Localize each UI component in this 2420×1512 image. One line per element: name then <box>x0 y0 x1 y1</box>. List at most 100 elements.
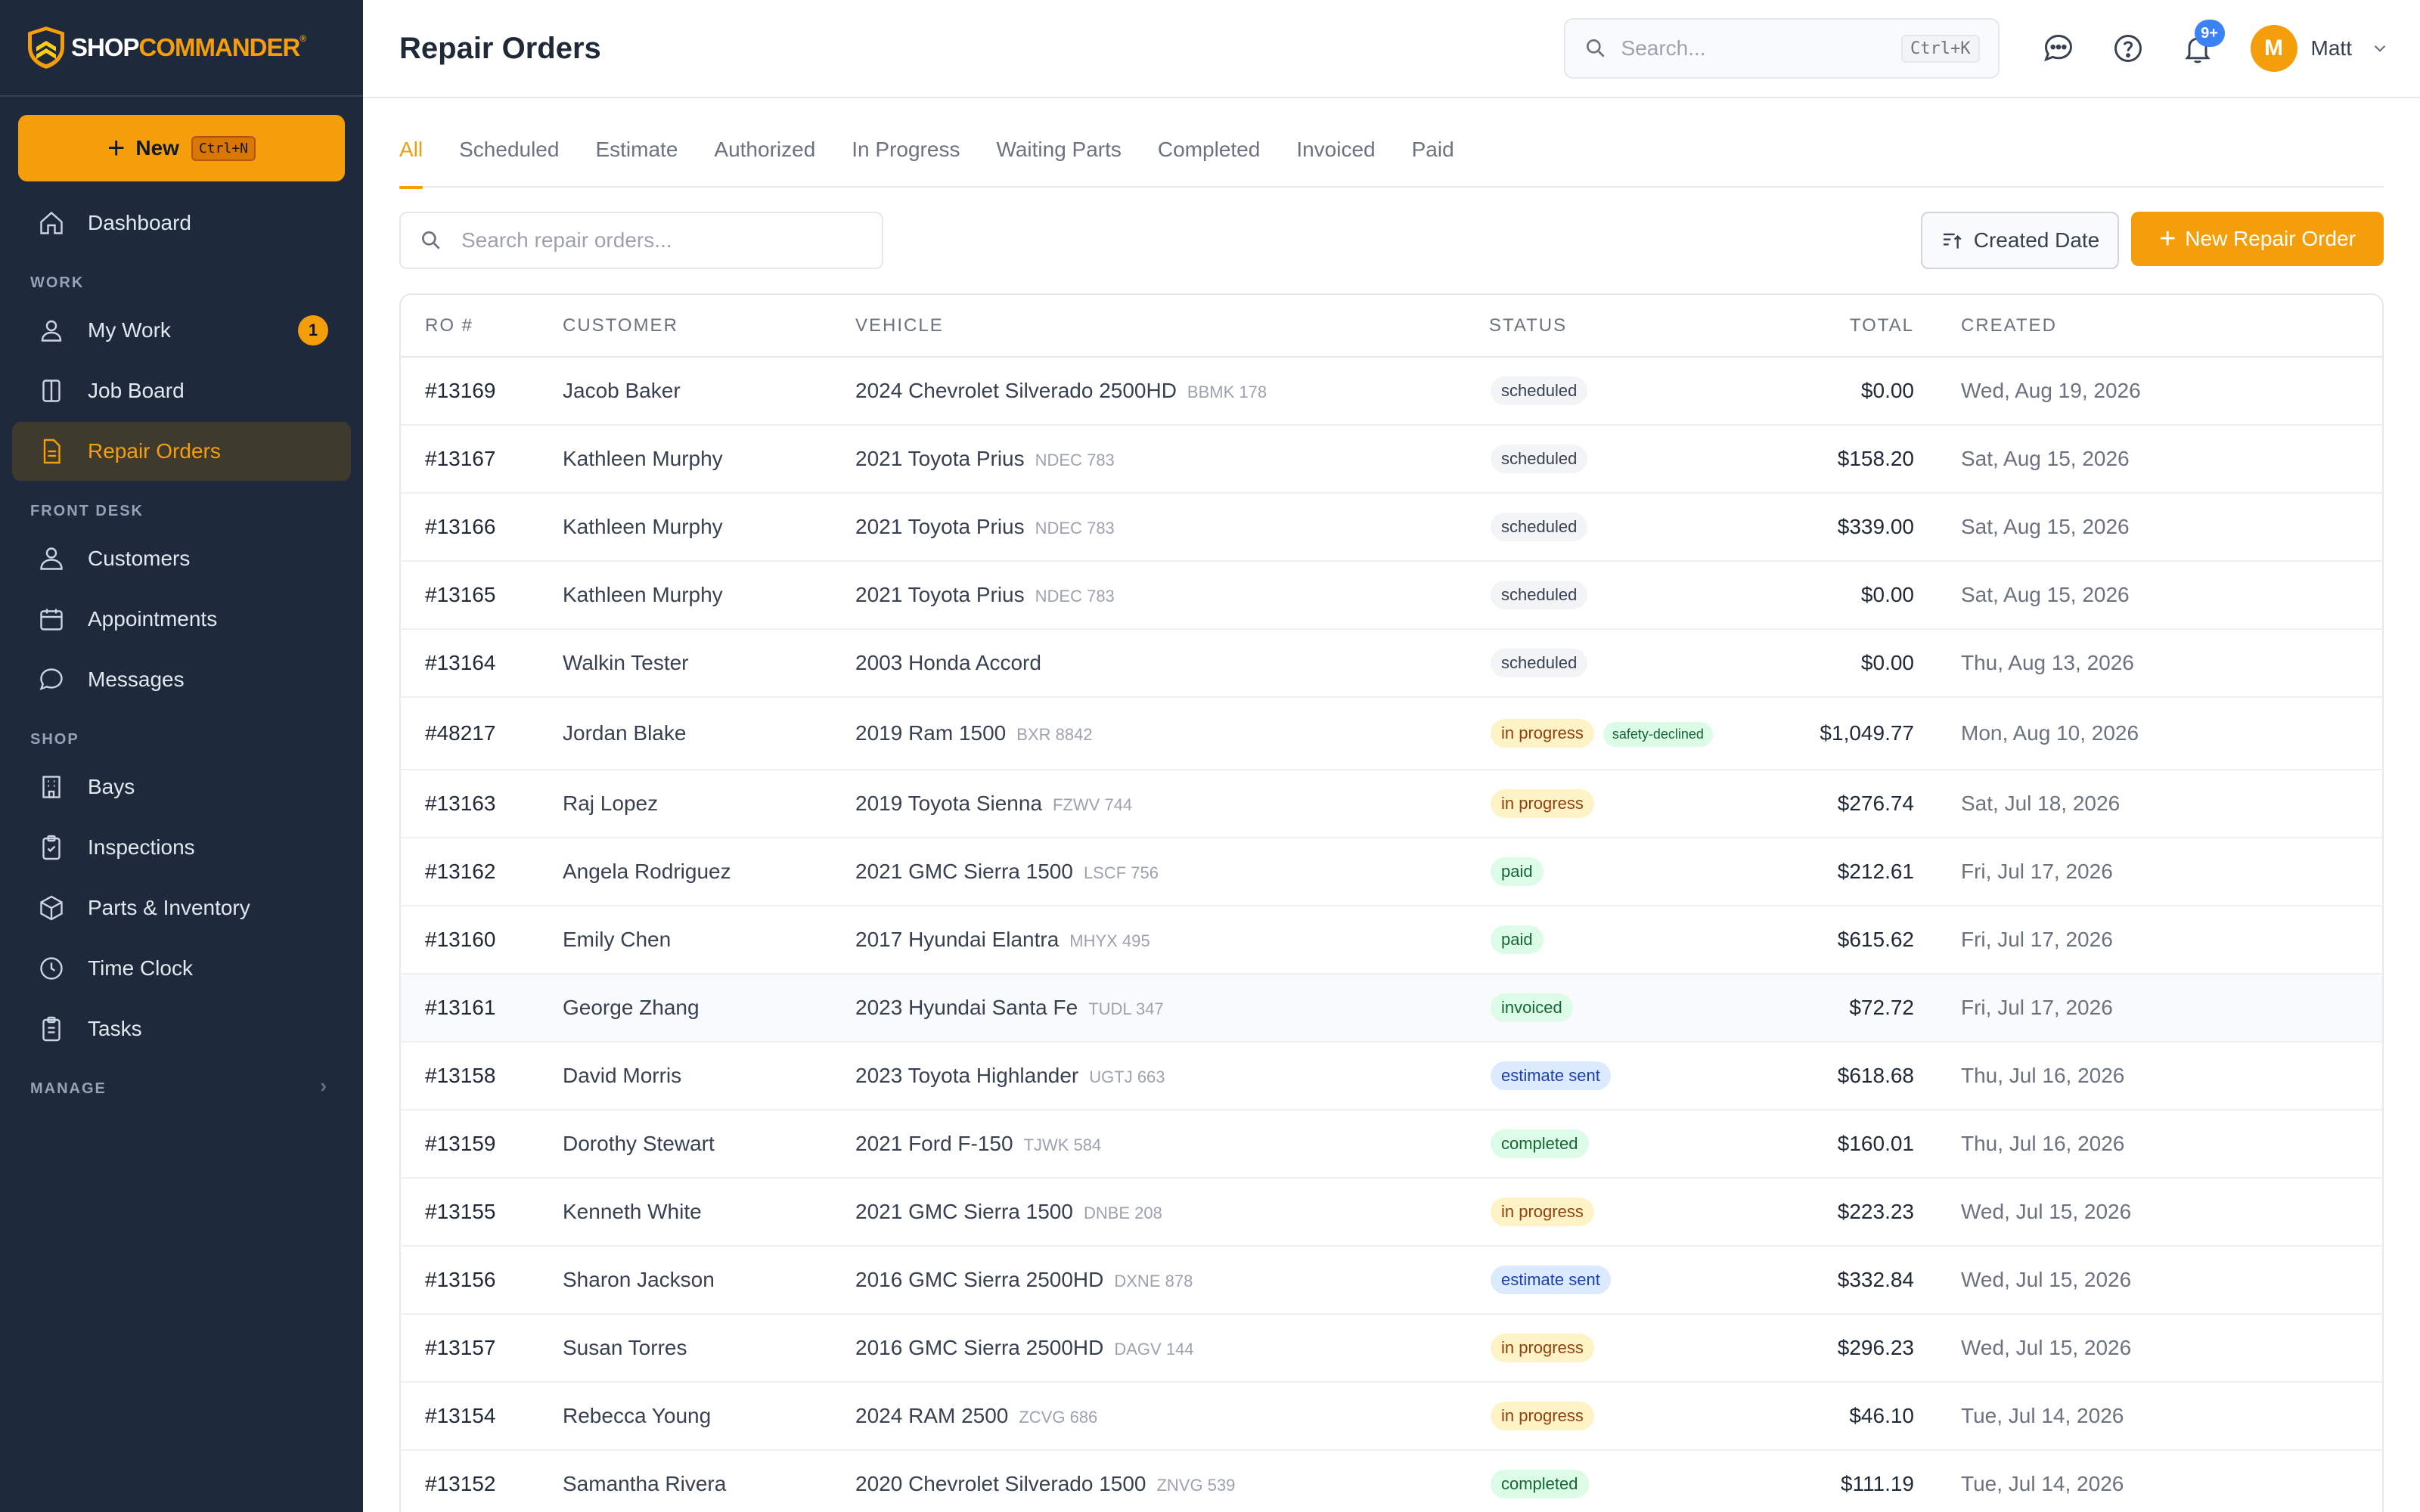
table-row[interactable]: #13156 Sharon Jackson 2016 GMC Sierra 2500… <box>401 1246 2382 1315</box>
license-plate: TJWK 584 <box>1023 1136 1102 1154</box>
sidebar-item-inspections[interactable]: Inspections <box>12 818 351 877</box>
tab-invoiced[interactable]: Invoiced <box>1296 129 1375 187</box>
table-row[interactable]: #13162 Angela Rodriguez 2021 GMC Sierra 15… <box>401 838 2382 906</box>
table-row[interactable]: #13163 Raj Lopez 2019 Toyota Sienna FZWV 74… <box>401 770 2382 838</box>
vehicle-name: 2021 Toyota Prius <box>855 447 1025 470</box>
new-button[interactable]: + New Ctrl+N <box>18 115 345 181</box>
license-plate: NDEC 783 <box>1035 451 1115 469</box>
total-cell: $160.01 <box>1746 1110 1938 1179</box>
nav-section-manage[interactable]: MANAGE › <box>12 1060 351 1107</box>
sidebar-item-customers[interactable]: Customers <box>12 529 351 588</box>
customer-cell: Walkin Tester <box>563 629 855 698</box>
column-header-created[interactable]: CREATED <box>1938 295 2382 358</box>
sidebar-item-label: Dashboard <box>88 211 191 234</box>
table-row[interactable]: #13167 Kathleen Murphy 2021 Toyota Prius ND… <box>401 425 2382 494</box>
tab-paid[interactable]: Paid <box>1412 129 1454 187</box>
column-header-ro[interactable]: RO # <box>401 295 563 358</box>
tab-all[interactable]: All <box>399 129 424 189</box>
document-icon <box>43 438 60 464</box>
nav-section-work: WORK <box>30 274 85 291</box>
created-date-cell: Sat, Aug 15, 2026 <box>1938 493 2382 562</box>
ro-number-cell: #13156 <box>401 1246 563 1315</box>
table-row[interactable]: #13155 Kenneth White 2021 GMC Sierra 1500 D… <box>401 1178 2382 1247</box>
sidebar-item-job-board[interactable]: Job Board <box>12 361 351 420</box>
sort-button[interactable]: Created Date <box>1921 212 2119 269</box>
vehicle-name: 2016 GMC Sierra 2500HD <box>855 1268 1104 1291</box>
tab-authorized[interactable]: Authorized <box>714 129 815 187</box>
table-row[interactable]: #13166 Kathleen Murphy 2021 Toyota Prius ND… <box>401 493 2382 562</box>
table-row[interactable]: #48217 Jordan Blake 2019 Ram 1500 BXR 8842 i… <box>401 697 2382 770</box>
table-row[interactable]: #13152 Samantha Rivera 2020 Chevrolet Silv… <box>401 1450 2382 1512</box>
customer-cell: Kathleen Murphy <box>563 425 855 494</box>
vehicle-name: 2021 Toyota Prius <box>855 515 1025 538</box>
table-row[interactable]: #13160 Emily Chen 2017 Hyundai Elantra MHYX… <box>401 906 2382 974</box>
new-repair-order-button[interactable]: + New Repair Order <box>2131 212 2384 266</box>
sidebar-item-tasks[interactable]: Tasks <box>12 999 351 1058</box>
list-toolbar: Created Date + New Repair Order <box>399 212 2384 269</box>
column-header-status[interactable]: STATUS <box>1489 295 1746 358</box>
sidebar-item-time-clock[interactable]: Time Clock <box>12 939 351 998</box>
tab-waiting-parts[interactable]: Waiting Parts <box>996 129 1121 187</box>
status-cell: paid <box>1489 838 1746 906</box>
ro-number-cell: #13154 <box>401 1382 563 1451</box>
global-search[interactable]: Search... Ctrl+K <box>1563 18 2000 79</box>
sidebar-item-my-work[interactable]: My Work 1 <box>12 301 351 360</box>
sidebar-item-parts-inventory[interactable]: Parts & Inventory <box>12 878 351 937</box>
table-row[interactable]: #13154 Rebecca Young 2024 RAM 2500 ZCVG 686… <box>401 1382 2382 1451</box>
vehicle-name: 2021 GMC Sierra 1500 <box>855 1200 1073 1223</box>
sidebar-item-dashboard[interactable]: Dashboard <box>12 194 351 253</box>
vehicle-name: 2017 Hyundai Elantra <box>855 928 1060 951</box>
ro-number-cell: #13159 <box>401 1110 563 1179</box>
sidebar-item-messages[interactable]: Messages <box>12 650 351 709</box>
customer-cell: Dorothy Stewart <box>563 1110 855 1179</box>
ro-number-cell: #13165 <box>401 561 563 630</box>
created-date-cell: Fri, Jul 17, 2026 <box>1938 974 2382 1043</box>
column-header-vehicle[interactable]: VEHICLE <box>855 295 1489 358</box>
created-date-cell: Wed, Jul 15, 2026 <box>1938 1314 2382 1383</box>
sidebar-item-appointments[interactable]: Appointments <box>12 590 351 649</box>
table-row[interactable]: #13169 Jacob Baker 2024 Chevrolet Silverad… <box>401 357 2382 426</box>
vehicle-name: 2024 Chevrolet Silverado 2500HD <box>855 379 1177 402</box>
status-tabs: All Scheduled Estimate Authorized In Progres… <box>399 129 2384 189</box>
tab-completed[interactable]: Completed <box>1158 129 1260 187</box>
status-badge: in progress <box>1491 1198 1594 1226</box>
column-header-customer[interactable]: CUSTOMER <box>563 295 855 358</box>
tab-estimate[interactable]: Estimate <box>595 129 678 187</box>
column-header-total[interactable]: TOTAL <box>1746 295 1938 358</box>
clipboard-list-icon <box>42 1016 60 1042</box>
sidebar-item-label: Job Board <box>88 379 185 402</box>
table-row[interactable]: #13159 Dorothy Stewart 2021 Ford F-150 TJWK… <box>401 1110 2382 1179</box>
manage-section-label: MANAGE <box>30 1080 107 1097</box>
total-cell: $0.00 <box>1746 629 1938 698</box>
ro-number-cell: #13155 <box>401 1178 563 1247</box>
sidebar-item-bays[interactable]: Bays <box>12 758 351 816</box>
table-row[interactable]: #13164 Walkin Tester 2003 Honda Accord sche… <box>401 629 2382 698</box>
user-menu[interactable]: M Matt <box>2250 25 2390 72</box>
status-cell: completed <box>1489 1450 1746 1512</box>
notifications-button[interactable]: 9+ <box>2169 20 2226 77</box>
license-plate: UGTJ 663 <box>1089 1067 1165 1086</box>
brand-logo[interactable]: SHOPCOMMANDER® <box>0 0 363 97</box>
table-row[interactable]: #13157 Susan Torres 2016 GMC Sierra 2500HD… <box>401 1314 2382 1383</box>
total-cell: $615.62 <box>1746 906 1938 974</box>
status-cell: in progress <box>1489 1382 1746 1451</box>
vehicle-cell: 2021 Ford F-150 TJWK 584 <box>855 1110 1489 1179</box>
table-row[interactable]: #13161 George Zhang 2023 Hyundai Santa Fe T… <box>401 974 2382 1043</box>
vehicle-cell: 2023 Hyundai Santa Fe TUDL 347 <box>855 974 1489 1043</box>
help-button[interactable] <box>2099 20 2157 77</box>
created-date-cell: Tue, Jul 14, 2026 <box>1938 1450 2382 1512</box>
sidebar-item-label: Bays <box>88 775 135 798</box>
table-row[interactable]: #13158 David Morris 2023 Toyota Highlander… <box>401 1042 2382 1111</box>
nav-section-front-desk: FRONT DESK <box>30 503 144 519</box>
tab-in-progress[interactable]: In Progress <box>852 129 960 187</box>
license-plate: TUDL 347 <box>1088 999 1164 1018</box>
messages-button[interactable] <box>2030 20 2087 77</box>
repair-order-search[interactable] <box>399 212 883 269</box>
vehicle-cell: 2021 Toyota Prius NDEC 783 <box>855 493 1489 562</box>
sidebar-item-repair-orders[interactable]: Repair Orders <box>12 422 351 481</box>
repair-order-search-input[interactable] <box>461 228 882 253</box>
vehicle-name: 2019 Toyota Sienna <box>855 792 1043 815</box>
table-row[interactable]: #13165 Kathleen Murphy 2021 Toyota Prius ND… <box>401 561 2382 630</box>
tab-scheduled[interactable]: Scheduled <box>459 129 559 187</box>
created-date-cell: Sat, Jul 18, 2026 <box>1938 770 2382 838</box>
